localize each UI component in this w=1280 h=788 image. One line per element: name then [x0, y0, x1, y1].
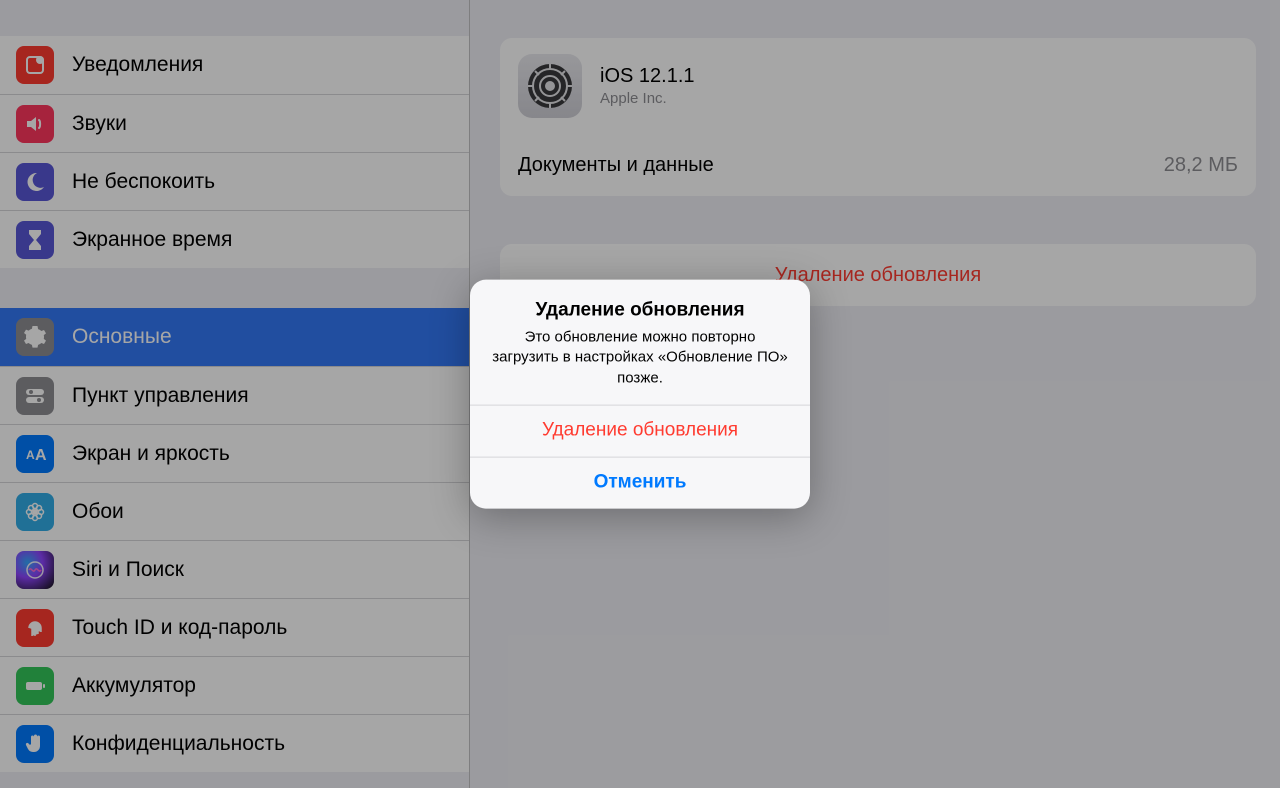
alert-delete-label: Удаление обновления — [542, 420, 738, 442]
alert-cancel-button[interactable]: Отменить — [470, 456, 810, 508]
alert-cancel-label: Отменить — [594, 472, 687, 494]
alert-title: Удаление обновления — [490, 300, 790, 322]
alert-message: Это обновление можно повторно загрузить … — [490, 328, 790, 389]
delete-update-alert: Удаление обновления Это обновление можно… — [470, 280, 810, 509]
alert-delete-button[interactable]: Удаление обновления — [470, 404, 810, 456]
